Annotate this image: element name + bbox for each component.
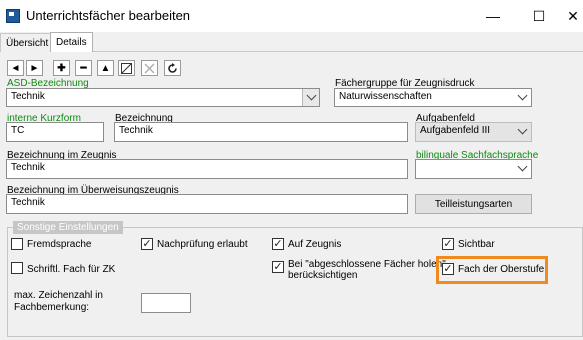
schriftl-label: Schriftl. Fach für ZK [27, 264, 116, 275]
asd-value: Technik [11, 91, 45, 102]
zeichenzahl-input[interactable] [141, 293, 191, 313]
cancel-icon[interactable] [141, 60, 158, 76]
aufgabenfeld-value: Aufgabenfeld III [420, 125, 491, 136]
sichtbar-label: Sichtbar [458, 239, 495, 250]
abgeschlossen-label-line1: Bei "abgeschlossene Fächer holen" [288, 259, 446, 270]
zeichenzahl-label-line1: max. Zeichenzahl in [14, 290, 103, 301]
auf-zeugnis-checkbox[interactable]: ✓ [272, 238, 284, 250]
faechergruppe-combobox[interactable]: Naturwissenschaften [334, 88, 532, 107]
chevron-down-icon[interactable] [514, 160, 531, 177]
prev-record-button[interactable]: ◄ [7, 60, 24, 76]
nachpruefung-label: Nachprüfung erlaubt [157, 239, 248, 250]
teilleistungsarten-button[interactable]: Teilleistungsarten [415, 194, 532, 214]
abgeschlossen-checkbox[interactable]: ✓ [272, 261, 284, 273]
zeichenzahl-label-line2: Fachbemerkung: [14, 302, 90, 313]
save-icon[interactable] [118, 60, 135, 76]
aufgabenfeld-combobox[interactable]: Aufgabenfeld III [415, 122, 532, 142]
schriftl-checkbox[interactable] [11, 262, 23, 274]
fremdsprache-label: Fremdsprache [27, 239, 92, 250]
sichtbar-checkbox[interactable]: ✓ [442, 238, 454, 250]
close-button[interactable]: ✕ [558, 4, 583, 28]
oberstufe-highlight [436, 256, 548, 284]
bezeichnung-input[interactable]: Technik [114, 122, 408, 142]
auf-zeugnis-label: Auf Zeugnis [288, 239, 342, 250]
asd-combobox[interactable]: Technik [6, 88, 320, 107]
nachpruefung-checkbox[interactable]: ✓ [141, 238, 153, 250]
tab-details[interactable]: Details [50, 32, 93, 52]
window-title: Unterrichtsfächer bearbeiten [26, 8, 191, 23]
delete-record-button[interactable]: ━ [75, 60, 92, 76]
tab-uebersicht[interactable]: Übersicht [0, 33, 55, 52]
maximize-button[interactable]: ☐ [524, 4, 554, 28]
fremdsprache-checkbox[interactable] [11, 238, 23, 250]
faechergruppe-value: Naturwissenschaften [339, 91, 432, 102]
kurzform-input[interactable]: TC [6, 122, 104, 142]
settings-group-title: Sonstige Einstellungen [13, 221, 123, 234]
chevron-down-icon[interactable] [514, 123, 531, 140]
bilingual-combobox[interactable] [415, 159, 532, 179]
chevron-down-icon[interactable] [302, 89, 319, 106]
up-button[interactable]: ▲ [97, 60, 114, 76]
abgeschlossen-label-line2: berücksichtigen [288, 270, 358, 281]
app-icon [6, 9, 20, 23]
add-record-button[interactable]: ✚ [53, 60, 70, 76]
next-record-button[interactable]: ► [26, 60, 43, 76]
refresh-icon[interactable] [164, 60, 181, 76]
chevron-down-icon[interactable] [514, 89, 531, 106]
minimize-button[interactable]: — [478, 4, 508, 28]
zeugnis-input[interactable]: Technik [6, 159, 408, 179]
ueberweisung-input[interactable]: Technik [6, 194, 408, 214]
